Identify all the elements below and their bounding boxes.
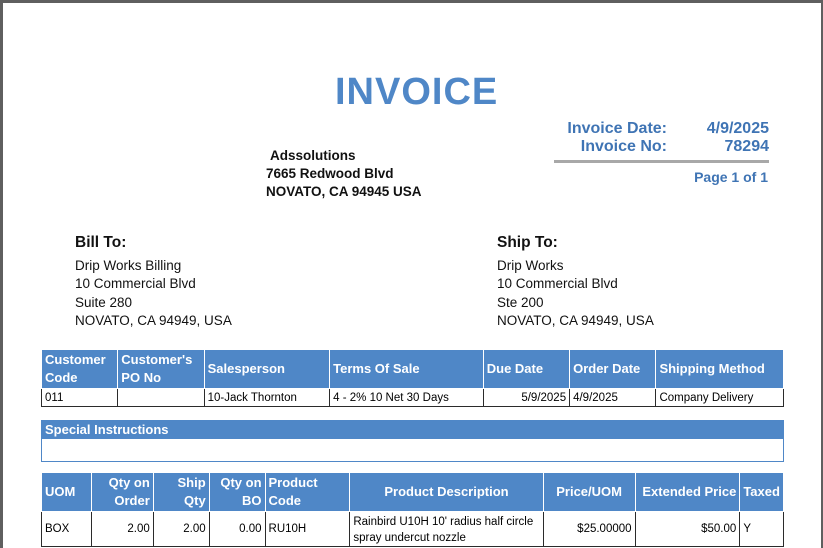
order-header-cell: Terms Of Sale [329,349,484,389]
invoice-date-label: Invoice Date: [567,120,667,137]
special-instructions: Special Instructions [41,420,784,462]
special-instructions-text [41,439,784,462]
invoice-title: INVOICE [335,71,499,113]
invoice-date-row: Invoice Date: 4/9/2025 [549,120,769,138]
line-cell: 2.00 [152,511,210,547]
ship-to-line: Ste 200 [497,294,544,310]
ship-to-heading: Ship To: [497,234,558,251]
invoice-no-row: Invoice No: 78294 [549,138,769,156]
order-data-row: 011 10-Jack Thornton 4 - 2% 10 Net 30 Da… [40,388,784,407]
line-header-cell: Taxed [739,472,784,512]
special-instructions-heading: Special Instructions [41,420,784,439]
order-header-cell: Due Date [482,349,571,389]
line-cell: $50.00 [634,511,741,547]
order-cell: 011 [40,388,119,407]
order-cell: 5/9/2025 [482,388,571,407]
line-header-cell: Qty on BO [208,472,266,512]
ship-to-line: NOVATO, CA 94949, USA [497,313,654,328]
order-cell: Company Delivery [655,388,784,407]
line-header-cell: Qty on Order [90,472,154,512]
line-items-table: UOM Qty on Order Ship Qty Qty on BO Prod… [41,472,784,547]
line-cell: $25.00000 [542,511,636,547]
ship-to-block: Ship To: Drip Works 10 Commercial Blvd S… [497,234,654,331]
invoice-no-label: Invoice No: [580,138,667,155]
bill-to-line: Suite 280 [75,294,133,310]
order-cell: 4 - 2% 10 Net 30 Days [329,388,484,407]
bill-to-line: NOVATO, CA 94949, USA [75,313,232,328]
line-cell: BOX [41,511,92,547]
order-header-cell: Order Date [569,349,657,389]
company-city: NOVATO, CA 94945 USA [266,184,422,199]
order-cell [117,388,205,407]
invoice-date-value: 4/9/2025 [706,120,769,137]
invoice-meta: Invoice Date: 4/9/2025 Invoice No: 78294 [549,120,769,156]
line-cell: RU10H [264,511,351,547]
bill-to-block: Bill To: Drip Works Billing 10 Commercia… [75,234,232,331]
invoice-no-value: 78294 [724,138,770,155]
ship-to-line: Drip Works [497,257,564,273]
order-header-row: Customer Code Customer's PO No Salespers… [40,349,784,389]
company-name: Adssolutions [270,148,356,163]
order-header-cell: Salesperson [203,349,331,389]
line-cell: Rainbird U10H 10' radius half circle spr… [349,511,544,547]
line-header-cell: Product Code [264,472,351,512]
bill-to-line: Drip Works Billing [75,257,182,273]
order-cell: 4/9/2025 [569,388,657,407]
line-cell: 0.00 [208,511,266,547]
table-row: BOX 2.00 2.00 0.00 RU10H Rainbird U10H 1… [41,511,784,547]
bill-to-line: 10 Commercial Blvd [75,276,196,291]
line-header-cell: Price/UOM [542,472,636,512]
order-header-cell: Customer's PO No [117,349,205,389]
bill-to-heading: Bill To: [75,234,127,251]
invoice-page: INVOICE Invoice Date: 4/9/2025 Invoice N… [3,3,821,548]
company-street: 7665 Redwood Blvd [266,166,394,181]
line-header-cell: UOM [41,472,92,512]
order-header-cell: Shipping Method [655,349,784,389]
page-number: Page 1 of 1 [694,169,768,185]
order-header-cell: Customer Code [40,349,119,389]
meta-divider [554,160,769,163]
company-address: Adssolutions 7665 Redwood Blvd NOVATO, C… [266,147,422,201]
order-info-table: Customer Code Customer's PO No Salespers… [40,349,784,407]
line-cell: Y [739,511,784,547]
ship-to-line: 10 Commercial Blvd [497,276,618,291]
line-header-row: UOM Qty on Order Ship Qty Qty on BO Prod… [41,472,784,512]
line-header-cell: Ship Qty [152,472,210,512]
line-cell: 2.00 [90,511,154,547]
line-header-cell: Extended Price [634,472,741,512]
order-cell: 10-Jack Thornton [203,388,331,407]
line-header-cell: Product Description [349,472,544,512]
